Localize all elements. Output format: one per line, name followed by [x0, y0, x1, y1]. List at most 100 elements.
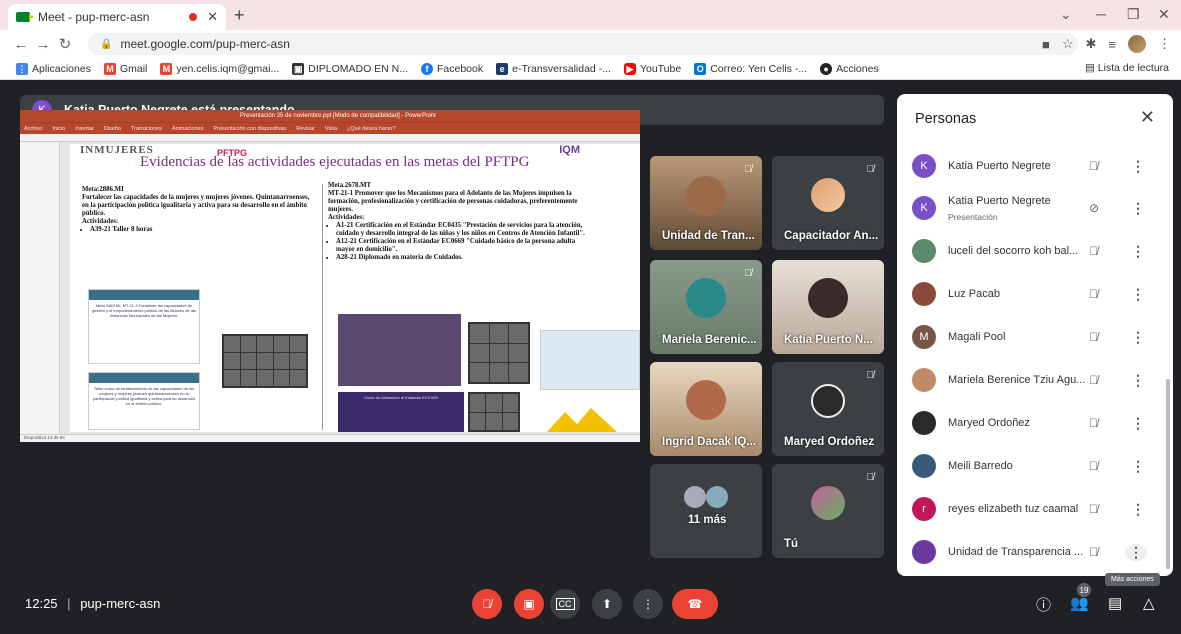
- more-options-icon[interactable]: ⋮: [1131, 501, 1145, 518]
- more-options-icon[interactable]: ⋮: [1131, 458, 1145, 475]
- reading-list-icon[interactable]: ≡: [1108, 37, 1116, 52]
- gmail-icon: M: [160, 62, 173, 75]
- bookmark-item[interactable]: e e-Transversalidad -...: [496, 62, 611, 75]
- participant-tile[interactable]: 🎙̸ Unidad de Tran...: [650, 156, 762, 250]
- participant-tile[interactable]: 🎙̸ Capacitador An...: [772, 156, 884, 250]
- bookmark-item[interactable]: O Correo: Yen Celis -...: [694, 62, 807, 75]
- doc-icon: ▣: [292, 62, 305, 75]
- mic-off-icon: 🎙̸: [744, 164, 753, 175]
- browser-tab-meet[interactable]: Meet - pup-merc-asn ✕: [8, 4, 226, 30]
- tab-close-icon[interactable]: ✕: [207, 9, 218, 25]
- shared-screen: Presentación 25 de noviembre.ppt [Modo d…: [20, 110, 640, 442]
- person-row[interactable]: Maryed Ordoñez 🎙̸ ⋮: [897, 402, 1173, 444]
- bookmark-item[interactable]: ▶ YouTube: [623, 62, 681, 75]
- slide-title: Evidencias de las actividades ejecutadas…: [140, 154, 530, 170]
- url-input[interactable]: 🔒 meet.google.com/pup-merc-asn: [88, 33, 1078, 55]
- person-row[interactable]: K Katia Puerto Negrete 🎙̸ ⋮: [897, 145, 1173, 187]
- person-name: Magali Pool: [948, 331, 1006, 343]
- person-row[interactable]: luceli del socorro koh bal... 🎙̸ ⋮: [897, 230, 1173, 272]
- more-options-icon[interactable]: ⋮: [1131, 415, 1145, 432]
- bookmark-item[interactable]: ⋮ Aplicaciones: [16, 62, 91, 75]
- gmail-icon: M: [103, 62, 116, 75]
- participant-face: [686, 176, 726, 216]
- slide-image: [338, 314, 461, 386]
- more-options-icon[interactable]: ⋮: [1131, 200, 1145, 217]
- maximize-icon[interactable]: ❐: [1127, 6, 1140, 23]
- person-row[interactable]: Mariela Berenice Tziu Agu... 🎙̸ ⋮: [897, 359, 1173, 401]
- panel-title: Personas: [915, 111, 977, 127]
- person-row[interactable]: M Magali Pool 🎙̸ ⋮: [897, 316, 1173, 358]
- youtube-icon: ▶: [623, 62, 636, 75]
- image-caption: Taller curso de fortalecimiento de las c…: [92, 386, 196, 406]
- window-close-icon[interactable]: ✕: [1158, 6, 1170, 23]
- microphone-off-button[interactable]: 🎙̸: [472, 589, 502, 619]
- more-options-icon[interactable]: ⋮: [1131, 286, 1145, 303]
- more-options-icon[interactable]: ⋮: [1125, 543, 1147, 561]
- minimize-icon[interactable]: ─: [1096, 6, 1106, 22]
- camera-in-use-icon[interactable]: ■: [1042, 37, 1050, 52]
- bookmark-item[interactable]: ▣ DIPLOMADO EN N...: [292, 62, 408, 75]
- bookmark-star-icon[interactable]: ☆: [1062, 36, 1074, 52]
- participant-tile[interactable]: Katia Puerto N...: [772, 260, 884, 354]
- mic-off-icon: 🎙̸: [866, 472, 875, 483]
- self-tile[interactable]: 🎙̸ Tú: [772, 464, 884, 558]
- participant-avatar: [683, 486, 706, 508]
- bookmark-item[interactable]: ● Acciones: [820, 62, 879, 75]
- back-icon[interactable]: ←: [10, 36, 32, 53]
- person-name: Unidad de Transparencia ...: [948, 546, 1084, 558]
- bookmark-item[interactable]: M Gmail: [103, 62, 147, 75]
- more-options-button[interactable]: ⋮: [633, 589, 663, 619]
- facebook-icon: f: [421, 62, 433, 75]
- person-row[interactable]: Unidad de Transparencia ... 🎙̸ ⋮: [897, 531, 1173, 573]
- new-tab-button[interactable]: +: [234, 5, 245, 26]
- bookmark-item[interactable]: f Facebook: [421, 62, 483, 75]
- ribbon-tab: Transiciones: [130, 125, 162, 132]
- tab-title: Meet - pup-merc-asn: [38, 10, 150, 24]
- person-row[interactable]: Meili Barredo 🎙̸ ⋮: [897, 445, 1173, 487]
- reading-list-button[interactable]: ▤ Lista de lectura: [1085, 62, 1169, 74]
- more-participants-tile[interactable]: 11 más: [650, 464, 762, 558]
- mic-off-icon: 🎙̸: [1089, 459, 1098, 473]
- camera-off-button[interactable]: ▣: [514, 589, 544, 619]
- close-icon[interactable]: ✕: [1140, 107, 1155, 128]
- participant-avatar: [811, 384, 845, 418]
- mic-off-icon: 🎙̸: [866, 370, 875, 381]
- leave-call-button[interactable]: ☎: [672, 589, 718, 619]
- person-row[interactable]: r reyes elizabeth tuz caamal 🎙̸ ⋮: [897, 488, 1173, 530]
- info-icon[interactable]: ⓘ: [1036, 594, 1051, 615]
- mic-off-icon: 🎙̸: [1089, 545, 1098, 559]
- column-divider: [322, 184, 323, 430]
- forward-icon[interactable]: →: [32, 36, 54, 53]
- more-options-icon[interactable]: ⋮: [1131, 158, 1145, 175]
- present-button[interactable]: ⬆: [592, 589, 622, 619]
- person-row[interactable]: K Katia Puerto Negrete Presentación ⊘ ⋮: [897, 187, 1173, 229]
- reload-icon[interactable]: ↻: [54, 35, 76, 53]
- more-options-icon[interactable]: ⋮: [1131, 329, 1145, 346]
- participant-tile[interactable]: 🎙̸ Mariela Berenic...: [650, 260, 762, 354]
- ribbon-tab: Inicio: [52, 125, 66, 132]
- browser-tab-bar: Meet - pup-merc-asn ✕ + ⌄ ─ ❐ ✕: [0, 0, 1181, 30]
- captions-button[interactable]: CC: [550, 589, 580, 619]
- activity-item: A1-21 Certificación en el Estándar EC043…: [336, 222, 590, 238]
- profile-avatar[interactable]: [1128, 35, 1146, 53]
- participant-tile[interactable]: Ingrid Dacak IQ...: [650, 362, 762, 456]
- person-row[interactable]: Luz Pacab 🎙̸ ⋮: [897, 273, 1173, 315]
- meet-logo-icon: [16, 12, 34, 22]
- avatar: K: [912, 196, 936, 220]
- more-options-icon[interactable]: ⋮: [1131, 243, 1145, 260]
- bookmark-item[interactable]: Myen.celis.iqm@gmai...: [160, 62, 279, 75]
- scrollbar[interactable]: [1166, 379, 1170, 569]
- url-text: meet.google.com/pup-merc-asn: [120, 37, 290, 51]
- participant-tile[interactable]: 🎙̸ Maryed Ordoñez: [772, 362, 884, 456]
- tab-search-icon[interactable]: ⌄: [1060, 6, 1072, 23]
- participant-name: Unidad de Tran...: [662, 230, 755, 242]
- person-name: reyes elizabeth tuz caamal: [948, 503, 1079, 515]
- activities-icon[interactable]: △: [1143, 594, 1155, 612]
- browser-menu-icon[interactable]: ⋮: [1158, 36, 1171, 52]
- recording-dot-icon: [189, 13, 198, 21]
- powerpoint-titlebar: Presentación 25 de noviembre.ppt [Modo d…: [20, 110, 640, 122]
- hang-up-icon: ☎: [687, 597, 703, 611]
- more-options-icon[interactable]: ⋮: [1131, 372, 1145, 389]
- extensions-icon[interactable]: ✱: [1086, 36, 1097, 52]
- chat-icon[interactable]: ▤: [1108, 594, 1122, 612]
